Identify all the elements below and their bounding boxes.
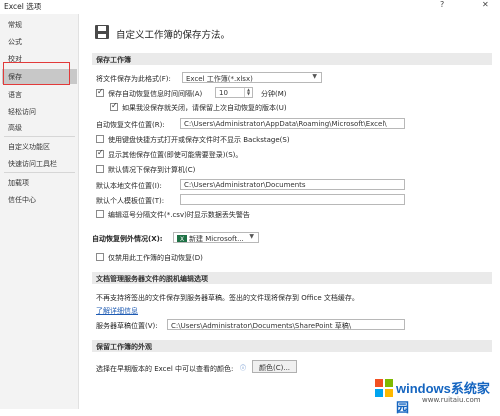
close-icon[interactable]: ✕ (482, 0, 489, 9)
sidebar-item-advanced[interactable]: 高级 (2, 120, 77, 135)
options-main-panel: 自定义工作簿的保存方法。 保存工作簿 将文件保存为此格式(F): Excel 工… (80, 14, 500, 409)
autorecover-minutes-value: 10 (219, 89, 228, 97)
save-format-value: Excel 工作簿(*.xlsx) (186, 75, 253, 83)
save-format-dropdown[interactable]: Excel 工作簿(*.xlsx) ▼ (182, 72, 322, 83)
sidebar-divider (4, 172, 75, 173)
info-icon: ⓘ (240, 365, 247, 372)
server-drafts-input[interactable]: C:\Users\Administrator\Documents\SharePo… (167, 319, 405, 330)
no-backstage-checkbox[interactable] (96, 135, 104, 143)
disable-autorecover-checkbox[interactable] (96, 253, 104, 261)
no-backstage-label: 使用键盘快捷方式打开或保存文件时不显示 Backstage(S) (108, 136, 290, 144)
keep-last-version-label: 如果我没保存就关闭，请保留上次自动恢复的版本(U) (122, 104, 287, 112)
server-drafts-label: 服务器草稿位置(V): (96, 322, 158, 330)
default-template-input[interactable] (180, 194, 405, 205)
sidebar-item-general[interactable]: 常规 (2, 17, 77, 32)
save-to-computer-label: 默认情况下保存到计算机(C) (108, 166, 196, 174)
sidebar-item-addins[interactable]: 加载项 (2, 175, 77, 190)
autorecover-location-input[interactable]: C:\Users\Administrator\AppData\Roaming\M… (180, 118, 405, 129)
sidebar-divider (4, 136, 75, 137)
csv-warning-label: 编辑逗号分隔文件(*.csv)时显示数据丢失警告 (108, 211, 250, 219)
autorecover-exceptions-label: 自动恢复例外情况(X): (92, 235, 163, 243)
keep-last-version-checkbox[interactable] (110, 101, 118, 111)
windows-logo-icon (375, 379, 393, 397)
window-title: Excel 选项 (4, 2, 42, 11)
excel-workbook-icon: X (177, 234, 187, 242)
help-icon[interactable]: ? (440, 0, 444, 9)
show-additional-places-checkbox[interactable] (96, 148, 104, 158)
minutes-label: 分钟(M) (261, 90, 287, 98)
chevron-down-icon: ▼ (249, 233, 254, 240)
spinner-icon[interactable]: ▲ ▼ (244, 88, 252, 97)
watermark: windows系统家园 www.ruitaiu.com (368, 372, 500, 415)
sidebar-item-trust-center[interactable]: 信任中心 (2, 192, 77, 207)
watermark-site: www.ruitaiu.com (422, 396, 481, 404)
sidebar-item-formulas[interactable]: 公式 (2, 34, 77, 49)
chevron-down-icon: ▼ (312, 73, 317, 80)
learn-more-link[interactable]: 了解详细信息 (96, 306, 138, 316)
format-label: 将文件保存为此格式(F): (96, 75, 171, 83)
autorecover-location-label: 自动恢复文件位置(R): (96, 121, 165, 129)
default-local-label: 默认本地文件位置(I): (96, 182, 162, 190)
autorecover-workbook-dropdown[interactable]: X 新建 Microsoft... ▼ (173, 232, 259, 243)
show-additional-places-label: 显示其他保存位置(即使可能需要登录)(S)。 (108, 151, 243, 159)
title-bar: Excel 选项 ? ✕ (0, 0, 500, 13)
disable-autorecover-label: 仅禁用此工作簿的自动恢复(D) (108, 254, 203, 262)
save-disk-icon (95, 25, 109, 39)
save-highlight-box (3, 62, 70, 85)
csv-warning-checkbox[interactable] (96, 210, 104, 218)
colors-label: 选择在早期版本的 Excel 中可以查看的颜色: (96, 365, 234, 373)
autorecover-checkbox[interactable] (96, 87, 104, 97)
sidebar-item-language[interactable]: 语言 (2, 87, 77, 102)
default-template-label: 默认个人模板位置(T): (96, 197, 165, 205)
sidebar-item-accessibility[interactable]: 轻松访问 (2, 104, 77, 119)
section-offline-editing: 文档管理服务器文件的脱机编辑选项 (92, 272, 492, 284)
colors-button[interactable]: 颜色(C)... (252, 360, 298, 373)
sidebar-item-quick-access[interactable]: 快速访问工具栏 (2, 156, 77, 171)
sidebar-item-customize-ribbon[interactable]: 自定义功能区 (2, 139, 77, 154)
autorecover-label: 保存自动恢复信息时间间隔(A) (108, 90, 203, 98)
section-save-workbooks: 保存工作簿 (92, 53, 492, 65)
section-preserve-appearance: 保留工作簿的外观 (92, 340, 492, 352)
offline-description: 不再支持将签出的文件保存到服务器草稿。签出的文件现将保存到 Office 文档缓… (96, 294, 359, 302)
autorecover-workbook-value: 新建 Microsoft... (189, 235, 244, 243)
page-title: 自定义工作簿的保存方法。 (116, 30, 231, 41)
default-local-input[interactable]: C:\Users\Administrator\Documents (180, 179, 405, 190)
save-to-computer-checkbox[interactable] (96, 165, 104, 173)
autorecover-minutes-input[interactable]: 10 ▲ ▼ (215, 87, 253, 98)
